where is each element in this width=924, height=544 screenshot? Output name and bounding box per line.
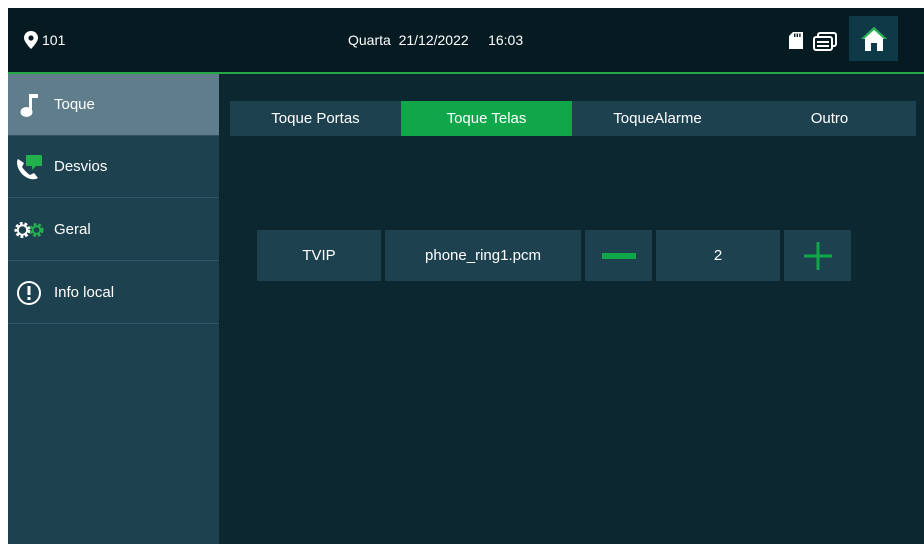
- ringtone-file: phone_ring1.pcm: [425, 247, 541, 264]
- sidebar-item-label: Desvios: [54, 158, 108, 175]
- tab-label: ToqueAlarme: [613, 110, 702, 127]
- sidebar-item-label: Geral: [54, 221, 91, 238]
- ringtone-select[interactable]: phone_ring1.pcm: [385, 230, 581, 281]
- device-name: TVIP: [302, 247, 336, 264]
- plus-icon: [803, 241, 832, 270]
- sidebar-item-desvios[interactable]: Desvios: [8, 136, 219, 198]
- volume-decrease-button[interactable]: [585, 230, 652, 281]
- tab-toque-portas[interactable]: Toque Portas: [230, 101, 401, 136]
- sidebar: Toque Desvios Geral Info local: [8, 74, 219, 544]
- music-note-icon: [14, 90, 44, 120]
- tab-label: Toque Telas: [446, 110, 527, 127]
- call-forward-icon: [14, 152, 44, 182]
- tab-bar: Toque Portas Toque Telas ToqueAlarme Out…: [230, 101, 916, 136]
- top-bar: 101 Quarta 21/12/2022 16:03: [8, 8, 924, 72]
- volume-value: 2: [656, 230, 780, 281]
- tab-toque-alarme[interactable]: ToqueAlarme: [572, 101, 743, 136]
- sidebar-item-info-local[interactable]: Info local: [8, 262, 219, 324]
- sidebar-item-label: Info local: [54, 284, 115, 301]
- tab-outro[interactable]: Outro: [743, 101, 916, 136]
- location-icon: [24, 31, 38, 49]
- tab-label: Outro: [810, 110, 849, 127]
- home-icon: [860, 26, 887, 51]
- gears-icon: [14, 215, 44, 245]
- home-button[interactable]: [849, 16, 898, 61]
- room-number: 101: [42, 32, 66, 48]
- sidebar-item-geral[interactable]: Geral: [8, 199, 219, 261]
- volume-increase-button[interactable]: [784, 230, 851, 281]
- tab-label: Toque Portas: [271, 110, 360, 127]
- sd-card-icon: [789, 32, 803, 49]
- device-label: TVIP: [257, 230, 381, 281]
- message-icon[interactable]: [813, 32, 839, 52]
- minus-icon: [601, 252, 636, 259]
- sidebar-item-toque[interactable]: Toque: [8, 74, 219, 136]
- screen: 101 Quarta 21/12/2022 16:03 Toque Desvio…: [8, 8, 924, 544]
- tab-toque-telas[interactable]: Toque Telas: [401, 101, 572, 136]
- sidebar-item-label: Toque: [54, 96, 95, 113]
- date-time: Quarta 21/12/2022 16:03: [348, 32, 524, 48]
- volume-level: 2: [713, 247, 723, 264]
- info-icon: [14, 278, 44, 308]
